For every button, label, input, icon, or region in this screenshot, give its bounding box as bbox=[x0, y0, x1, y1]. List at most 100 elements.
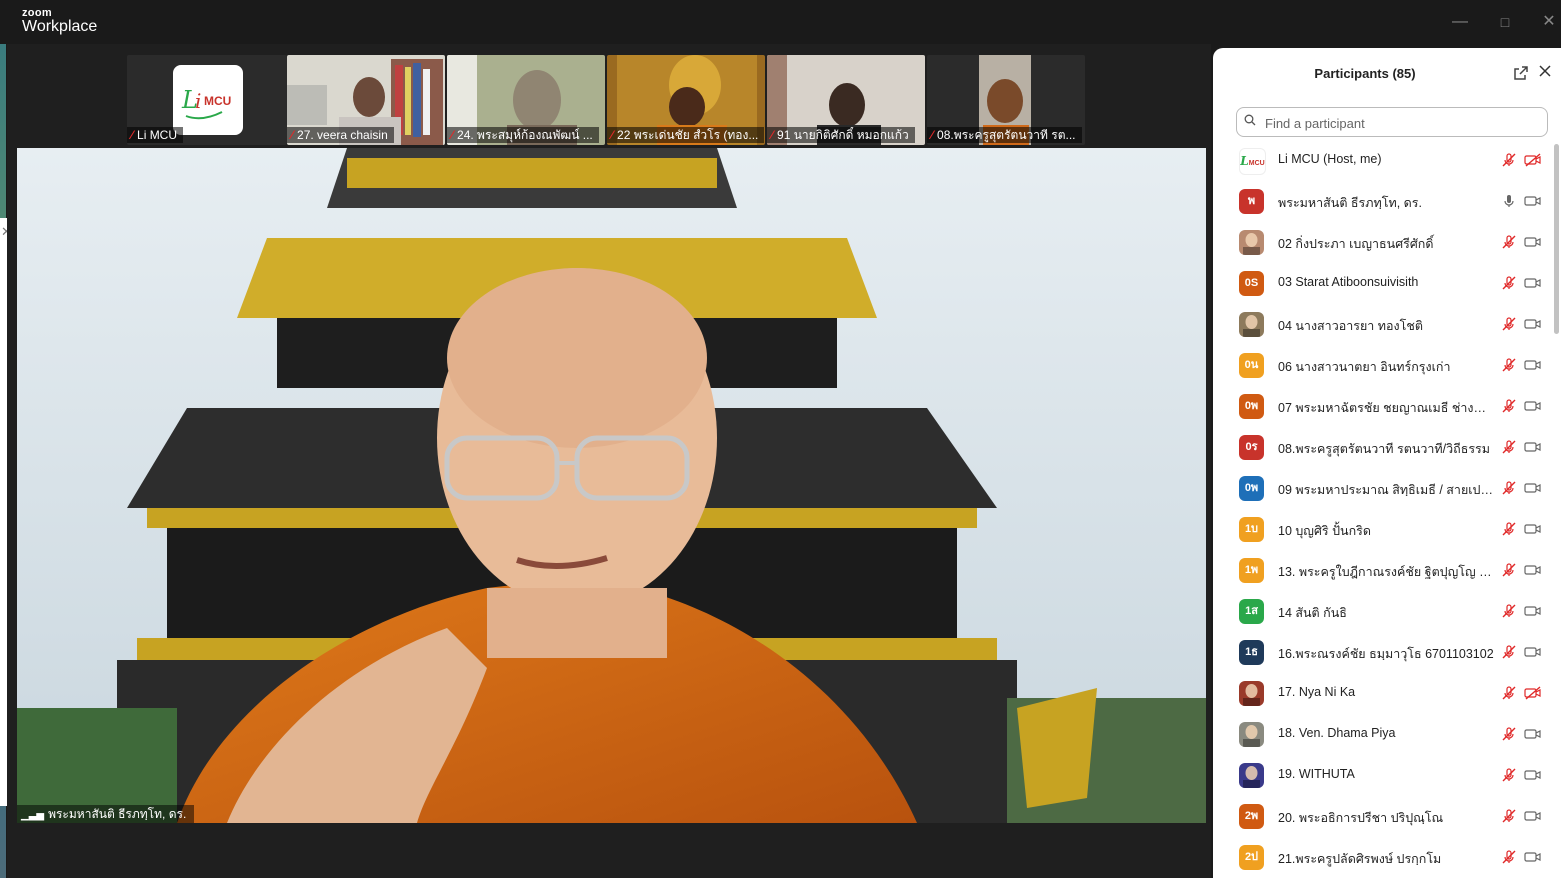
camera-icon[interactable] bbox=[1523, 234, 1543, 250]
participant-name: 07 พระมหาฉัตรชัย ชยญาณเมธี ช่างทองคำ bbox=[1278, 401, 1494, 415]
camera-icon[interactable] bbox=[1523, 849, 1543, 865]
participant-row[interactable]: 0พ 09 พระมหาประมาณ สิทฺธิเมธี / สายเปลี่ย… bbox=[1213, 468, 1553, 509]
mic-muted-icon[interactable] bbox=[1501, 152, 1517, 168]
mic-muted-icon[interactable] bbox=[1501, 357, 1517, 373]
mic-muted-icon[interactable] bbox=[1501, 726, 1517, 742]
logo-letter-i: i bbox=[195, 89, 201, 113]
camera-icon[interactable] bbox=[1523, 398, 1543, 414]
participant-row[interactable]: 2ป 21.พระครูปลัดศิรพงษ์ ปรกฺกโม bbox=[1213, 837, 1553, 878]
speaker-scene bbox=[17, 148, 1206, 823]
mic-muted-icon: ⁄ bbox=[611, 128, 614, 142]
camera-off-icon[interactable] bbox=[1523, 685, 1543, 701]
participant-row[interactable]: 2พ 20. พระอธิการปรีชา ปริปุณฺโณ bbox=[1213, 796, 1553, 837]
mic-muted-icon[interactable] bbox=[1501, 849, 1517, 865]
avatar: 1ธ bbox=[1239, 640, 1264, 665]
participant-name: 14 สันติ กันธิ bbox=[1278, 606, 1347, 620]
mic-muted-icon: ⁄ bbox=[931, 128, 934, 142]
tile-name: ⁄ 91 นายกิติศักดิ์ หมอกแก้ว bbox=[767, 127, 915, 143]
thumbnail-strip: L i MCU ⁄ Li MCU ⁄ 27. veera chaisin ⁄ 2… bbox=[7, 44, 1211, 148]
minimize-button[interactable]: — bbox=[1446, 8, 1474, 36]
active-speaker-video: ▁▃▅ พระมหาสันติ ธีรภทฺโท, ดร. bbox=[17, 148, 1206, 823]
video-tile[interactable]: ⁄ 27. veera chaisin bbox=[287, 55, 445, 145]
participant-row[interactable]: 02 กิ่งประภา เบญาธนศรีศักดิ์ bbox=[1213, 222, 1553, 263]
camera-icon[interactable] bbox=[1523, 562, 1543, 578]
mic-muted-icon[interactable] bbox=[1501, 234, 1517, 250]
participant-row[interactable]: 0ร 08.พระครูสุตรัตนวาที รตนวาที/วิถีธรรม bbox=[1213, 427, 1553, 468]
participant-row[interactable]: 04 นางสาวอารยา ทองโชติ bbox=[1213, 304, 1553, 345]
participant-name: 20. พระอธิการปรีชา ปริปุณฺโณ bbox=[1278, 811, 1444, 825]
participant-row[interactable]: 18. Ven. Dhama Piya bbox=[1213, 714, 1553, 755]
camera-icon[interactable] bbox=[1523, 275, 1543, 291]
camera-icon[interactable] bbox=[1523, 357, 1543, 373]
participant-name: 03 Starat Atiboonsuivisith bbox=[1278, 275, 1419, 289]
maximize-button[interactable]: □ bbox=[1491, 8, 1519, 36]
meeting-stage: L i MCU ⁄ Li MCU ⁄ 27. veera chaisin ⁄ 2… bbox=[7, 44, 1211, 878]
video-tile[interactable]: ⁄ 08.พระครูสุตรัตนวาที รต... bbox=[927, 55, 1085, 145]
pop-out-icon[interactable] bbox=[1513, 65, 1529, 81]
participant-search[interactable] bbox=[1236, 107, 1548, 137]
video-tile[interactable]: ⁄ 24. พระสมุห์ก้องณพัฒน์ ... bbox=[447, 55, 605, 145]
participant-name: 21.พระครูปลัดศิรพงษ์ ปรกฺกโม bbox=[1278, 852, 1442, 866]
avatar: 0พ bbox=[1239, 394, 1264, 419]
mic-muted-icon[interactable] bbox=[1501, 562, 1517, 578]
avatar bbox=[1239, 230, 1264, 255]
participant-row[interactable]: 1ส 14 สันติ กันธิ bbox=[1213, 591, 1553, 632]
participant-name: พระมหาสันติ ธีรภทฺโท, ดร. bbox=[1278, 196, 1422, 210]
participant-row[interactable]: 1ธ 16.พระณรงค์ชัย ธมฺมาวุโธ 6701103102 bbox=[1213, 632, 1553, 673]
mic-muted-icon[interactable] bbox=[1501, 521, 1517, 537]
participant-row[interactable]: LMCU Li MCU (Host, me) bbox=[1213, 140, 1553, 181]
participant-name: 13. พระครูใบฎีกาณรงค์ชัย ฐิตปุญโญ (บุญ..… bbox=[1278, 565, 1494, 579]
scrollbar[interactable] bbox=[1554, 144, 1559, 334]
avatar: 2ป bbox=[1239, 845, 1264, 870]
mic-muted-icon[interactable] bbox=[1501, 603, 1517, 619]
camera-icon[interactable] bbox=[1523, 767, 1543, 783]
avatar: 1พ bbox=[1239, 558, 1264, 583]
camera-icon[interactable] bbox=[1523, 316, 1543, 332]
tile-name: ⁄ 08.พระครูสุตรัตนวาที รต... bbox=[927, 127, 1082, 143]
camera-icon[interactable] bbox=[1523, 480, 1543, 496]
tile-name: ⁄ 24. พระสมุห์ก้องณพัฒน์ ... bbox=[447, 127, 599, 143]
camera-icon[interactable] bbox=[1523, 644, 1543, 660]
video-tile[interactable]: ⁄ 22 พระเด่นชัย สํวโร (ทอง... bbox=[607, 55, 765, 145]
participant-row[interactable]: 0พ 07 พระมหาฉัตรชัย ชยญาณเมธี ช่างทองคำ bbox=[1213, 386, 1553, 427]
participant-row[interactable]: 17. Nya Ni Ka bbox=[1213, 673, 1553, 714]
participant-row[interactable]: 19. WITHUTA bbox=[1213, 755, 1553, 796]
logo-mcu: MCU bbox=[204, 94, 231, 108]
mic-muted-icon[interactable] bbox=[1501, 808, 1517, 824]
camera-icon[interactable] bbox=[1523, 193, 1543, 209]
mic-muted-icon[interactable] bbox=[1501, 398, 1517, 414]
mic-muted-icon[interactable] bbox=[1501, 767, 1517, 783]
participant-row[interactable]: 1พ 13. พระครูใบฎีกาณรงค์ชัย ฐิตปุญโญ (บุญ… bbox=[1213, 550, 1553, 591]
search-input[interactable] bbox=[1263, 112, 1537, 134]
mic-muted-icon[interactable] bbox=[1501, 275, 1517, 291]
signal-icon: ▁▃▅ bbox=[21, 810, 45, 821]
mic-icon[interactable] bbox=[1501, 193, 1517, 209]
participant-row[interactable]: พ พระมหาสันติ ธีรภทฺโท, ดร. bbox=[1213, 181, 1553, 222]
mic-muted-icon[interactable] bbox=[1501, 439, 1517, 455]
video-tile[interactable]: ⁄ 91 นายกิติศักดิ์ หมอกแก้ว bbox=[767, 55, 925, 145]
tile-name: ⁄ 22 พระเด่นชัย สํวโร (ทอง... bbox=[607, 127, 765, 143]
participant-name: 06 นางสาวนาตยา อินทร์กรุงเก่า bbox=[1278, 360, 1451, 374]
close-window-button[interactable]: ✕ bbox=[1535, 8, 1561, 36]
camera-icon[interactable] bbox=[1523, 808, 1543, 824]
camera-icon[interactable] bbox=[1523, 603, 1543, 619]
camera-icon[interactable] bbox=[1523, 439, 1543, 455]
video-tile[interactable]: L i MCU ⁄ Li MCU bbox=[127, 55, 287, 145]
participant-row[interactable]: 0น 06 นางสาวนาตยา อินทร์กรุงเก่า bbox=[1213, 345, 1553, 386]
camera-icon[interactable] bbox=[1523, 521, 1543, 537]
camera-off-icon[interactable] bbox=[1523, 152, 1543, 168]
mic-muted-icon[interactable] bbox=[1501, 316, 1517, 332]
close-panel-icon[interactable] bbox=[1538, 64, 1554, 80]
camera-icon[interactable] bbox=[1523, 726, 1543, 742]
mic-muted-icon[interactable] bbox=[1501, 685, 1517, 701]
participant-name: 18. Ven. Dhama Piya bbox=[1278, 726, 1396, 740]
app-name: Workplace bbox=[22, 18, 98, 35]
participant-row[interactable]: 1บ 10 บุญศิริ ปั้นกริด bbox=[1213, 509, 1553, 550]
search-icon bbox=[1244, 114, 1256, 126]
mic-muted-icon[interactable] bbox=[1501, 644, 1517, 660]
title-bar: zoom Workplace — □ ✕ bbox=[0, 0, 1561, 44]
mic-muted-icon: ⁄ bbox=[771, 128, 774, 142]
mic-muted-icon[interactable] bbox=[1501, 480, 1517, 496]
mic-muted-icon: ⁄ bbox=[131, 128, 134, 142]
participant-row[interactable]: 0S 03 Starat Atiboonsuivisith bbox=[1213, 263, 1553, 304]
